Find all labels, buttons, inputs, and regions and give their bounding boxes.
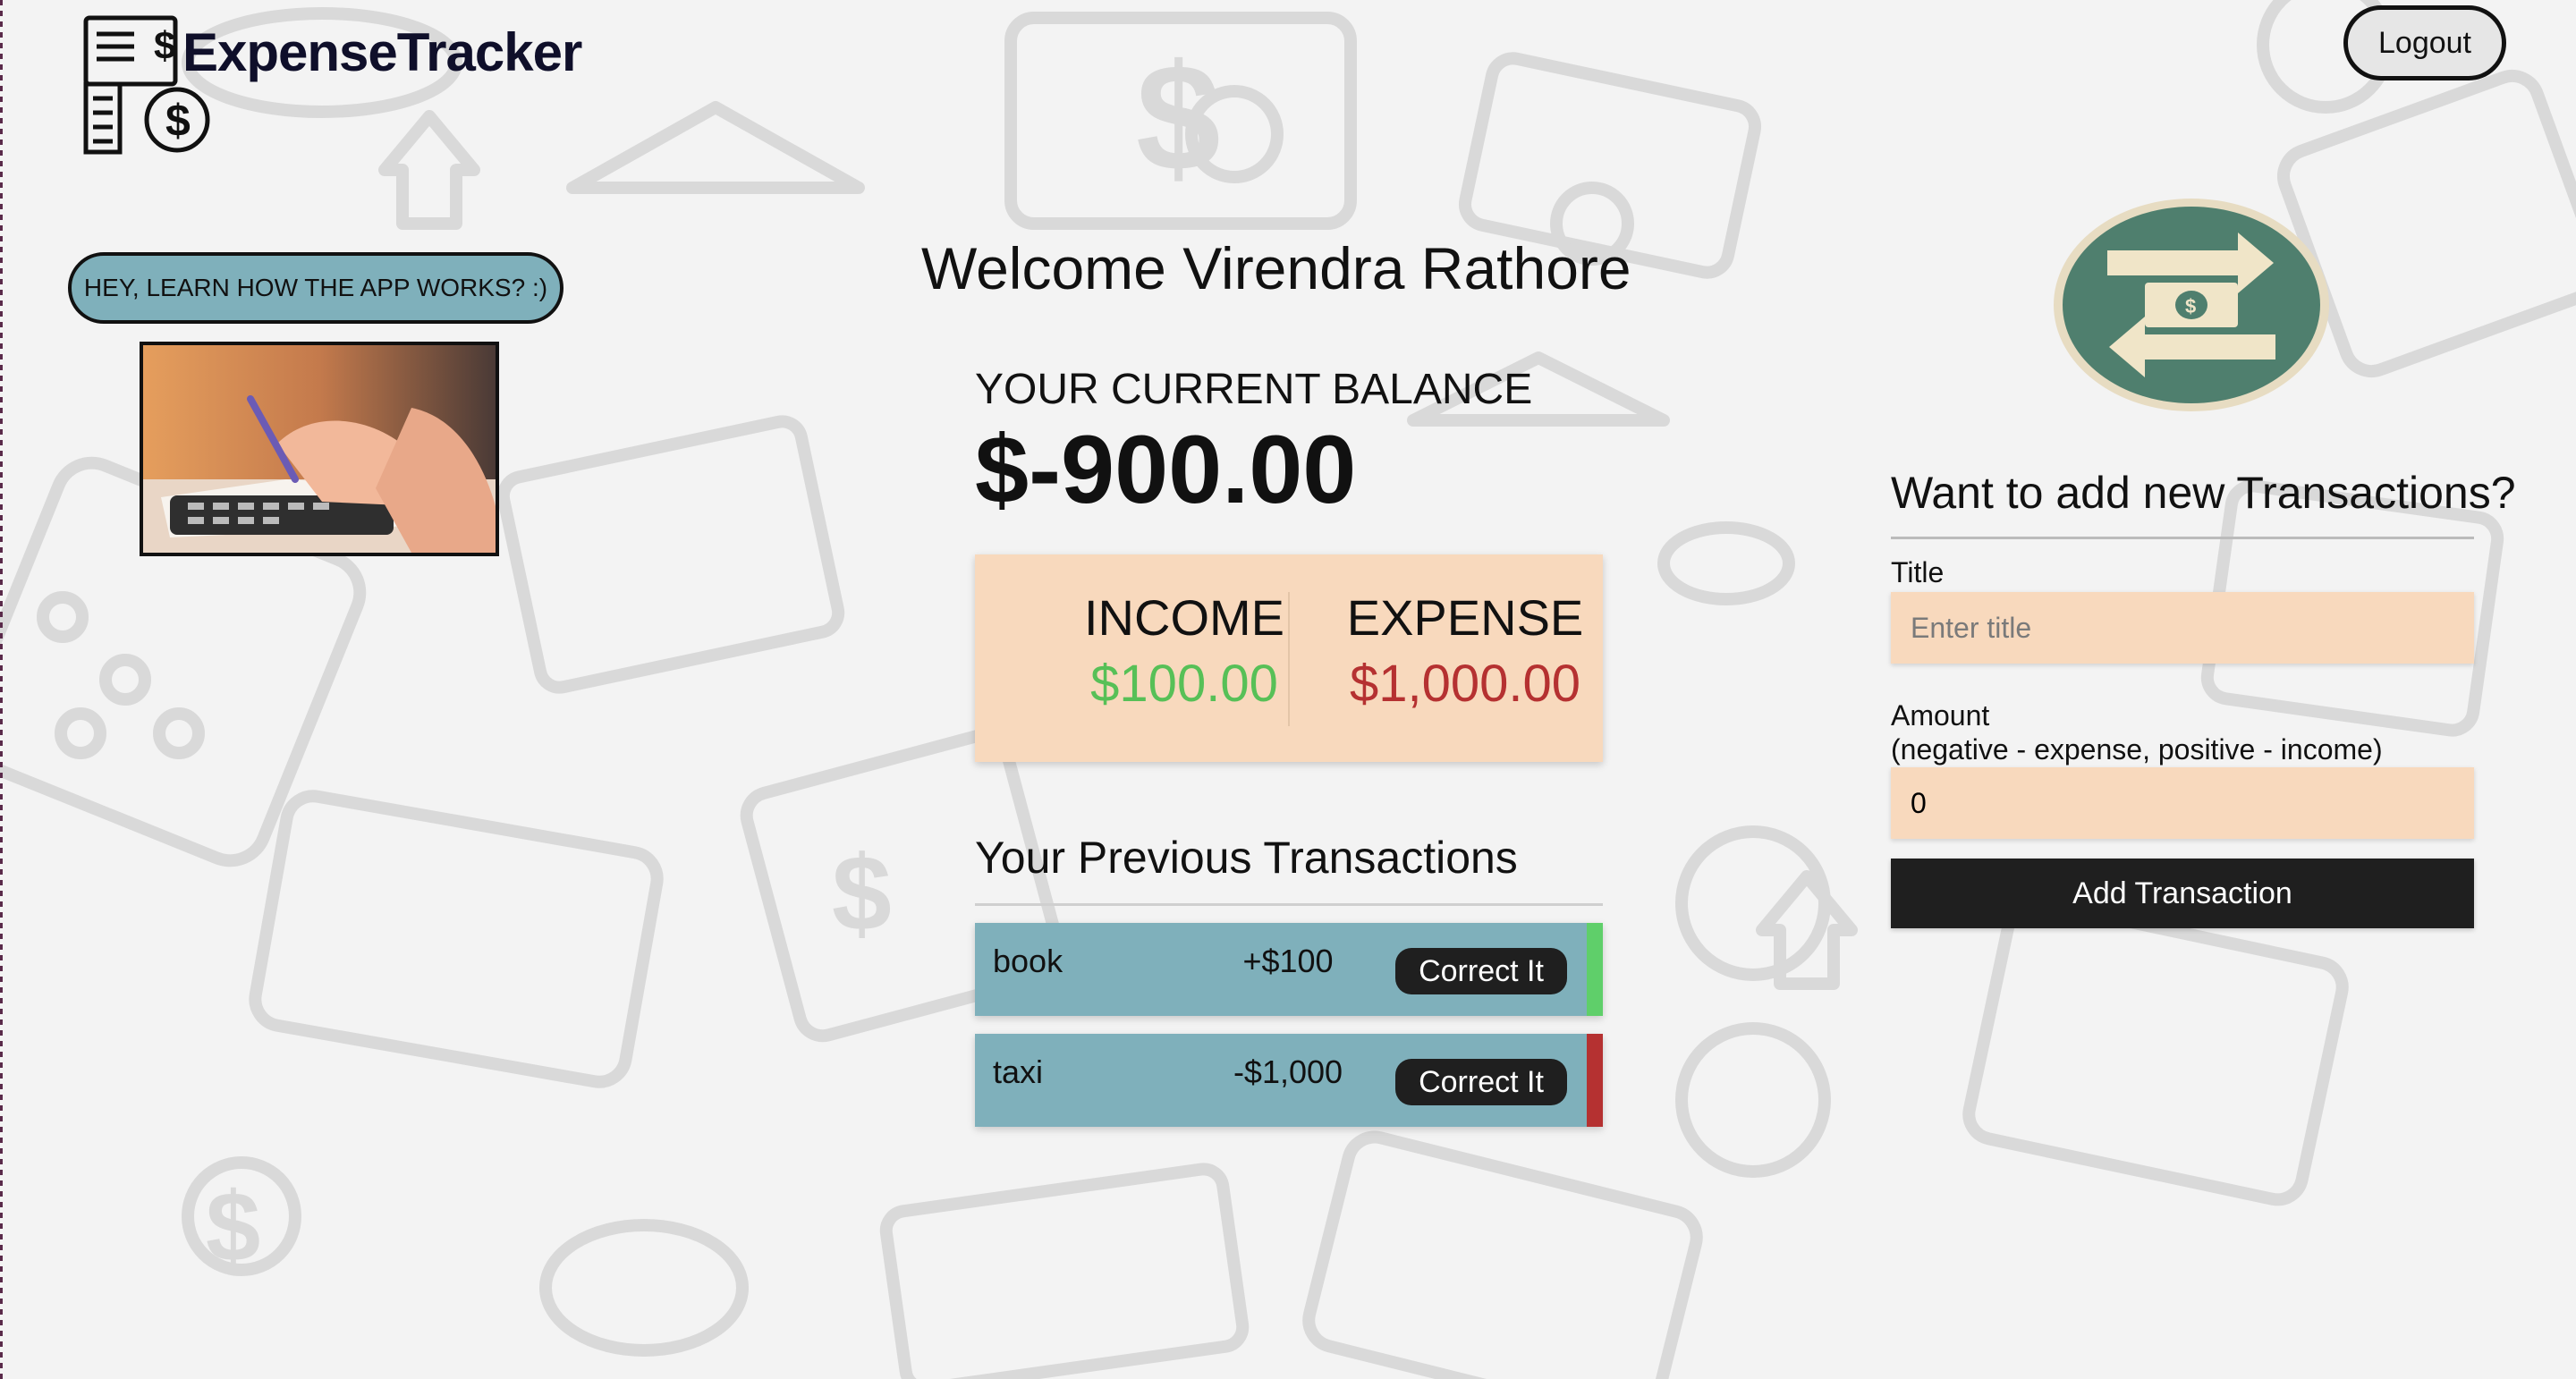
transaction-row: taxi -$1,000 Correct It [975, 1034, 1603, 1127]
calculator-photo[interactable] [140, 342, 499, 556]
left-edge-line [0, 0, 3, 1379]
calculator-photo-image [143, 345, 496, 553]
expense-section: EXPENSE $1,000.00 [1331, 588, 1599, 714]
svg-text:$: $ [1136, 33, 1221, 203]
income-value: $100.00 [1090, 655, 1278, 713]
expense-value: $1,000.00 [1349, 655, 1581, 713]
balance-label: YOUR CURRENT BALANCE [975, 366, 1533, 413]
learn-app-button[interactable]: HEY, LEARN HOW THE APP WORKS? :) [68, 252, 564, 324]
income-expense-divider [1288, 592, 1290, 726]
app-name: ExpenseTracker [182, 22, 582, 82]
svg-text:$: $ [2185, 295, 2196, 317]
svg-text:$: $ [165, 96, 191, 146]
income-section: INCOME $100.00 [1050, 588, 1318, 714]
title-label: Title [1891, 556, 1945, 588]
transaction-amount: -$1,000 [1233, 1053, 1343, 1090]
correct-it-button[interactable]: Correct It [1395, 948, 1567, 994]
transaction-title: taxi [993, 1053, 1044, 1090]
exchange-money-icon: $ [2054, 199, 2329, 411]
add-transaction-heading: Want to add new Transactions? [1891, 468, 2516, 518]
app-logo[interactable]: $ $ ExpenseTracker [80, 13, 617, 156]
add-transaction-button[interactable]: Add Transaction [1891, 859, 2474, 928]
transaction-row: book +$100 Correct It [975, 923, 1603, 1016]
divider [1891, 537, 2474, 539]
expense-label: EXPENSE [1346, 589, 1584, 646]
transaction-amount: +$100 [1242, 943, 1334, 979]
svg-text:$: $ [832, 833, 892, 953]
divider [975, 903, 1603, 906]
expense-status-bar [1587, 1034, 1603, 1127]
correct-it-button[interactable]: Correct It [1395, 1059, 1567, 1105]
svg-text:$: $ [206, 1172, 260, 1282]
income-expense-card: INCOME $100.00 EXPENSE $1,000.00 [975, 554, 1603, 762]
amount-label: Amount [1891, 699, 1990, 732]
title-input[interactable] [1891, 592, 2474, 664]
income-label: INCOME [1084, 589, 1284, 646]
transaction-title: book [993, 943, 1063, 979]
balance-value: $-900.00 [975, 415, 1357, 523]
logout-button[interactable]: Logout [2343, 5, 2506, 80]
income-status-bar [1587, 923, 1603, 1016]
amount-input[interactable] [1891, 767, 2474, 839]
amount-hint: (negative - expense, positive - income) [1891, 733, 2383, 766]
svg-text:$: $ [154, 24, 175, 68]
previous-transactions-title: Your Previous Transactions [975, 833, 1518, 883]
welcome-heading: Welcome Virendra Rathore [921, 235, 1631, 301]
